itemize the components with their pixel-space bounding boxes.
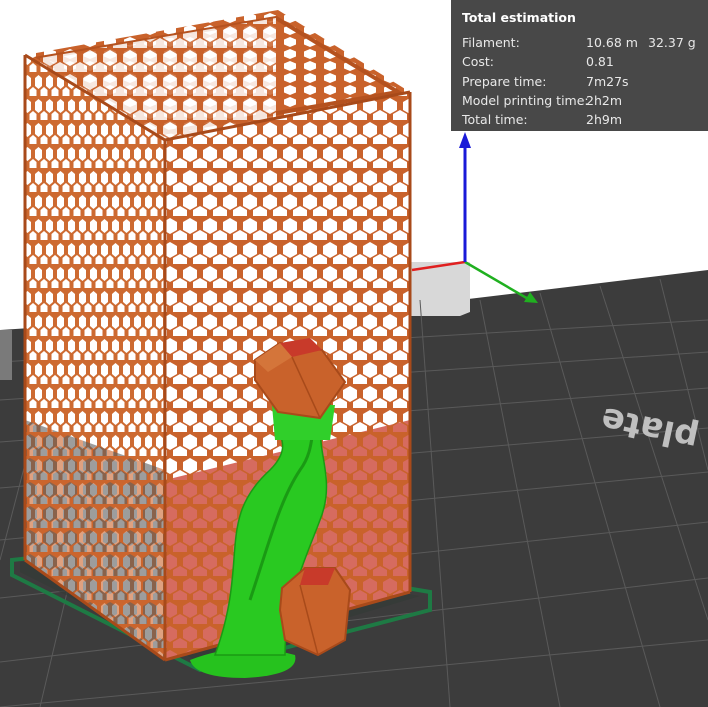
- row-value: 2h9m: [586, 112, 623, 128]
- row-label: Total time:: [462, 112, 528, 128]
- row-label: Prepare time:: [462, 73, 547, 89]
- row-value: 2h2m: [586, 92, 623, 108]
- row-cost: Cost: 0.81: [462, 52, 708, 71]
- left-edge-tab[interactable]: [0, 330, 12, 380]
- row-total-time: Total time: 2h9m: [462, 110, 708, 129]
- row-label: Filament:: [462, 35, 520, 50]
- 3d-viewport[interactable]: plate Total estimation Filament: 10.68 m…: [0, 0, 708, 707]
- row-label: Cost:: [462, 54, 495, 70]
- row-model-printing-time: Model printing time: 2h2m: [462, 91, 708, 110]
- row-value-weight: 32.37 g: [648, 35, 696, 50]
- row-value: 0.81: [586, 54, 614, 70]
- row-value: 7m27s: [586, 73, 629, 89]
- row-label: Model printing time:: [462, 92, 589, 108]
- estimation-panel: Total estimation Filament: 10.68 m 32.37…: [451, 0, 708, 131]
- row-filament: Filament: 10.68 m 32.37 g: [462, 33, 708, 52]
- row-prepare-time: Prepare time: 7m27s: [462, 72, 708, 91]
- row-value: 10.68 m: [586, 35, 638, 50]
- hex-part-lower[interactable]: [278, 567, 352, 657]
- panel-title: Total estimation: [462, 10, 576, 25]
